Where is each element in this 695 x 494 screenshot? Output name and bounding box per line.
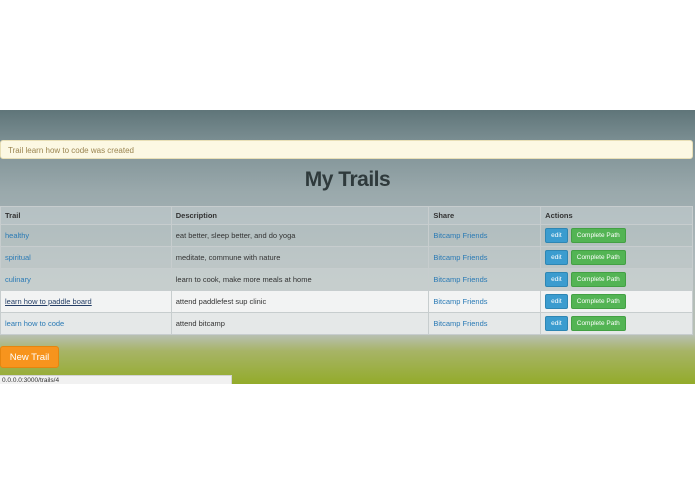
trail-cell: culinary xyxy=(0,268,172,291)
new-trail-button[interactable]: New Trail xyxy=(0,346,59,368)
actions-cell: edit Complete Path xyxy=(540,268,693,291)
column-header-share: Share xyxy=(428,206,542,225)
trail-link[interactable]: healthy xyxy=(5,231,29,240)
column-header-actions: Actions xyxy=(540,206,693,225)
trail-link[interactable]: culinary xyxy=(5,275,31,284)
status-bar-url: 0.0.0.0:3000/trails/4 xyxy=(0,375,232,384)
description-cell: attend bitcamp xyxy=(170,312,430,335)
edit-button[interactable]: edit xyxy=(545,272,568,287)
column-header-description: Description xyxy=(170,206,430,225)
column-header-trail: Trail xyxy=(0,206,172,225)
share-cell: Bitcamp Friends xyxy=(428,224,542,247)
actions-cell: edit Complete Path xyxy=(540,290,693,313)
edit-button[interactable]: edit xyxy=(545,294,568,309)
share-cell: Bitcamp Friends xyxy=(428,290,542,313)
table-header-row: Trail Description Share Actions xyxy=(0,206,693,225)
trails-table: Trail Description Share Actions healthy … xyxy=(0,206,693,335)
page-title: My Trails xyxy=(304,168,391,191)
share-cell: Bitcamp Friends xyxy=(428,268,542,291)
table-row: spiritual meditate, commune with nature … xyxy=(0,246,693,269)
share-link[interactable]: Bitcamp Friends xyxy=(433,231,487,240)
trail-cell: healthy xyxy=(0,224,172,247)
description-cell: eat better, sleep better, and do yoga xyxy=(170,224,430,247)
edit-button[interactable]: edit xyxy=(545,228,568,243)
complete-path-button[interactable]: Complete Path xyxy=(570,316,626,331)
description-cell: attend paddlefest sup clinic xyxy=(170,290,430,313)
edit-button[interactable]: edit xyxy=(545,250,568,265)
trail-cell: spiritual xyxy=(0,246,172,269)
complete-path-button[interactable]: Complete Path xyxy=(570,228,626,243)
edit-button[interactable]: edit xyxy=(545,316,568,331)
table-row: healthy eat better, sleep better, and do… xyxy=(0,224,693,247)
table-row: culinary learn to cook, make more meals … xyxy=(0,268,693,291)
complete-path-button[interactable]: Complete Path xyxy=(570,294,626,309)
share-link[interactable]: Bitcamp Friends xyxy=(433,297,487,306)
share-cell: Bitcamp Friends xyxy=(428,246,542,269)
description-cell: learn to cook, make more meals at home xyxy=(170,268,430,291)
flash-notice: Trail learn how to code was created xyxy=(0,140,693,159)
actions-cell: edit Complete Path xyxy=(540,312,693,335)
share-link[interactable]: Bitcamp Friends xyxy=(433,319,487,328)
share-link[interactable]: Bitcamp Friends xyxy=(433,253,487,262)
app-viewport: Trail learn how to code was created My T… xyxy=(0,110,695,384)
complete-path-button[interactable]: Complete Path xyxy=(570,250,626,265)
description-cell: meditate, commune with nature xyxy=(170,246,430,269)
actions-cell: edit Complete Path xyxy=(540,224,693,247)
actions-cell: edit Complete Path xyxy=(540,246,693,269)
trail-link[interactable]: spiritual xyxy=(5,253,31,262)
trail-cell: learn how to paddle board xyxy=(0,290,172,313)
table-row: learn how to paddle board attend paddlef… xyxy=(0,290,693,313)
share-cell: Bitcamp Friends xyxy=(428,312,542,335)
complete-path-button[interactable]: Complete Path xyxy=(570,272,626,287)
table-row: learn how to code attend bitcamp Bitcamp… xyxy=(0,312,693,335)
trail-cell: learn how to code xyxy=(0,312,172,335)
share-link[interactable]: Bitcamp Friends xyxy=(433,275,487,284)
trail-link[interactable]: learn how to code xyxy=(5,319,64,328)
trail-link[interactable]: learn how to paddle board xyxy=(5,297,92,306)
